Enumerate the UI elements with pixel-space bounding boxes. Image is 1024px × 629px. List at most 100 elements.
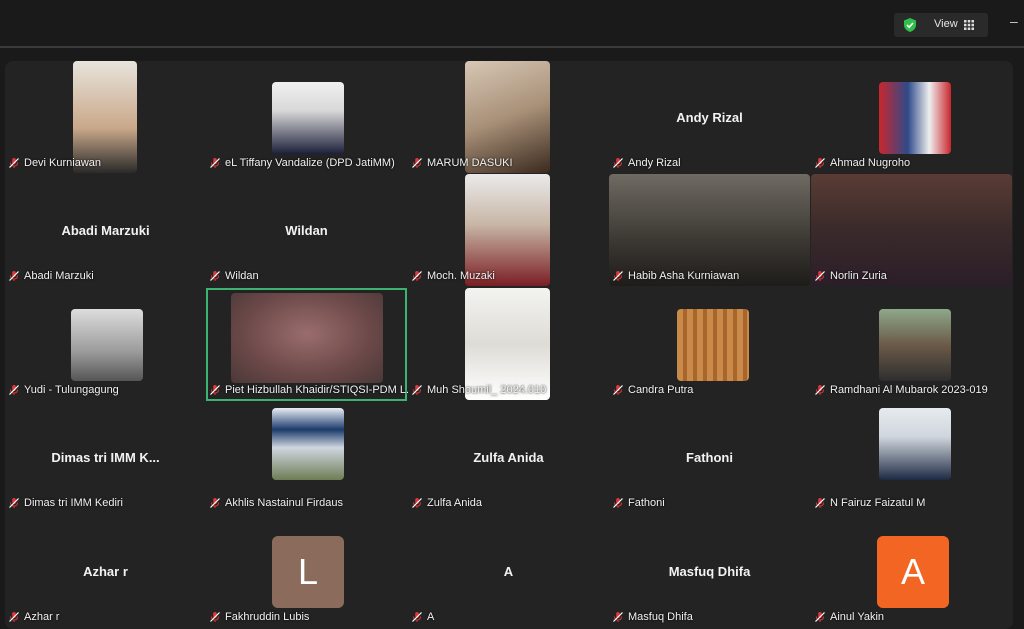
- muted-mic-icon: [412, 158, 422, 168]
- participant-tile[interactable]: Muh Shoumil_ 2024.010: [408, 288, 609, 401]
- participant-name: Wildan: [225, 270, 259, 282]
- muted-mic-icon: [815, 498, 825, 508]
- participant-name: Masfuq Dhifa: [628, 611, 693, 623]
- muted-mic-icon: [210, 385, 220, 395]
- participant-name: Muh Shoumil_ 2024.010: [427, 384, 547, 396]
- participant-name: Akhlis Nastainul Firdaus: [225, 497, 343, 509]
- participant-photo: [677, 309, 749, 381]
- participant-name-label: eL Tiffany Vandalize (DPD JatiMM): [209, 155, 395, 171]
- muted-mic-icon: [210, 498, 220, 508]
- participant-name-label: Habib Asha Kurniawan: [612, 268, 739, 284]
- participant-center-name: Zulfa Anida: [473, 450, 544, 465]
- participant-tile[interactable]: Zulfa Anida Zulfa Anida: [408, 401, 609, 514]
- participant-name-label: Yudi - Tulungagung: [8, 382, 119, 398]
- muted-mic-icon: [613, 385, 623, 395]
- muted-mic-icon: [412, 271, 422, 281]
- participant-photo: [879, 408, 951, 480]
- participant-name-label: MARUM DASUKI: [411, 155, 513, 171]
- participant-tile[interactable]: Ahmad Nugroho: [811, 61, 1012, 174]
- participant-tile[interactable]: Devi Kurniawan: [5, 61, 206, 174]
- participant-name: Ramdhani Al Mubarok 2023-019: [830, 384, 988, 396]
- participant-name-label: Moch. Muzaki: [411, 268, 495, 284]
- muted-mic-icon: [9, 158, 19, 168]
- participant-photo: [879, 82, 951, 154]
- muted-mic-icon: [815, 385, 825, 395]
- minimize-button[interactable]: –: [1010, 13, 1024, 37]
- participant-name: Yudi - Tulungagung: [24, 384, 119, 396]
- participant-tile[interactable]: Andy Rizal Andy Rizal: [609, 61, 810, 174]
- participant-name-label: Zulfa Anida: [411, 495, 482, 511]
- avatar-letter: A: [877, 536, 949, 608]
- participant-name-label: Devi Kurniawan: [8, 155, 101, 171]
- participant-tile[interactable]: Norlin Zuria: [811, 174, 1012, 287]
- participant-name-label: Muh Shoumil_ 2024.010: [411, 382, 546, 398]
- participant-center-name: Fathoni: [686, 450, 733, 465]
- participant-name: N Fairuz Faizatul M: [830, 497, 926, 509]
- participant-name-label: Ramdhani Al Mubarok 2023-019: [814, 382, 988, 398]
- participant-tile[interactable]: Yudi - Tulungagung: [5, 288, 206, 401]
- participant-tile[interactable]: Habib Asha Kurniawan: [609, 174, 810, 287]
- participant-name: Abadi Marzuki: [24, 270, 94, 282]
- participant-tile[interactable]: Azhar r Azhar r: [5, 515, 206, 628]
- muted-mic-icon: [9, 385, 19, 395]
- participant-name-label: Masfuq Dhifa: [612, 609, 693, 625]
- participant-tile[interactable]: eL Tiffany Vandalize (DPD JatiMM): [206, 61, 407, 174]
- participant-center-name: Azhar r: [83, 564, 128, 579]
- participant-center-name: Dimas tri IMM K...: [51, 450, 160, 465]
- participant-name: Azhar r: [24, 611, 60, 623]
- participant-tile[interactable]: Fathoni Fathoni: [609, 401, 810, 514]
- participant-name: Andy Rizal: [628, 157, 681, 169]
- muted-mic-icon: [815, 271, 825, 281]
- participant-name: Candra Putra: [628, 384, 694, 396]
- muted-mic-icon: [412, 612, 422, 622]
- participant-name-label: Abadi Marzuki: [8, 268, 94, 284]
- participant-name-label: Candra Putra: [612, 382, 693, 398]
- participant-name: Fakhruddin Lubis: [225, 611, 310, 623]
- participant-name-label: Piet Hizbullah Khaidir/STIQSI-PDM L...: [209, 382, 415, 398]
- participant-tile[interactable]: Akhlis Nastainul Firdaus: [206, 401, 407, 514]
- muted-mic-icon: [9, 271, 19, 281]
- participant-name: Habib Asha Kurniawan: [628, 270, 740, 282]
- participant-tile[interactable]: Masfuq Dhifa Masfuq Dhifa: [609, 515, 810, 628]
- participant-name: eL Tiffany Vandalize (DPD JatiMM): [225, 157, 395, 169]
- participant-tile[interactable]: Ramdhani Al Mubarok 2023-019: [811, 288, 1012, 401]
- muted-mic-icon: [412, 385, 422, 395]
- participant-tile[interactable]: Abadi Marzuki Abadi Marzuki: [5, 174, 206, 287]
- participant-name: Piet Hizbullah Khaidir/STIQSI-PDM L...: [225, 384, 416, 396]
- avatar-letter: L: [272, 536, 344, 608]
- participant-center-name: Andy Rizal: [676, 110, 743, 125]
- participant-photo: [272, 82, 344, 154]
- participant-tile[interactable]: Candra Putra: [609, 288, 810, 401]
- participant-tile[interactable]: Dimas tri IMM K... Dimas tri IMM Kediri: [5, 401, 206, 514]
- participant-name: A: [427, 611, 435, 623]
- security-shield-icon: [904, 18, 916, 32]
- participant-name: Moch. Muzaki: [427, 270, 495, 282]
- meeting-topbar: View –: [0, 0, 1024, 46]
- participant-name: Devi Kurniawan: [24, 157, 102, 169]
- participant-photo: [71, 309, 143, 381]
- muted-mic-icon: [210, 612, 220, 622]
- muted-mic-icon: [412, 498, 422, 508]
- participant-tile[interactable]: Moch. Muzaki: [408, 174, 609, 287]
- muted-mic-icon: [613, 158, 623, 168]
- participant-tile[interactable]: MARUM DASUKI: [408, 61, 609, 174]
- muted-mic-icon: [9, 612, 19, 622]
- participant-tile[interactable]: Wildan Wildan: [206, 174, 407, 287]
- participant-tile[interactable]: L Fakhruddin Lubis: [206, 515, 407, 628]
- participant-tile[interactable]: N Fairuz Faizatul M: [811, 401, 1012, 514]
- participant-photo: [879, 309, 951, 381]
- muted-mic-icon: [815, 612, 825, 622]
- participant-tile[interactable]: A Ainul Yakin: [811, 515, 1012, 628]
- participant-tile[interactable]: AA: [408, 515, 609, 628]
- participant-center-name: Abadi Marzuki: [61, 223, 150, 238]
- view-button[interactable]: View: [894, 13, 988, 37]
- muted-mic-icon: [613, 271, 623, 281]
- participant-name: Zulfa Anida: [427, 497, 483, 509]
- muted-mic-icon: [210, 271, 220, 281]
- participant-name-label: Dimas tri IMM Kediri: [8, 495, 123, 511]
- view-label: View: [934, 18, 958, 30]
- participant-gallery: Devi Kurniawan eL Tiffany Vandalize (DPD …: [5, 61, 1013, 629]
- muted-mic-icon: [210, 158, 220, 168]
- participant-tile[interactable]: Piet Hizbullah Khaidir/STIQSI-PDM L...: [206, 288, 415, 401]
- participant-name-label: Andy Rizal: [612, 155, 681, 171]
